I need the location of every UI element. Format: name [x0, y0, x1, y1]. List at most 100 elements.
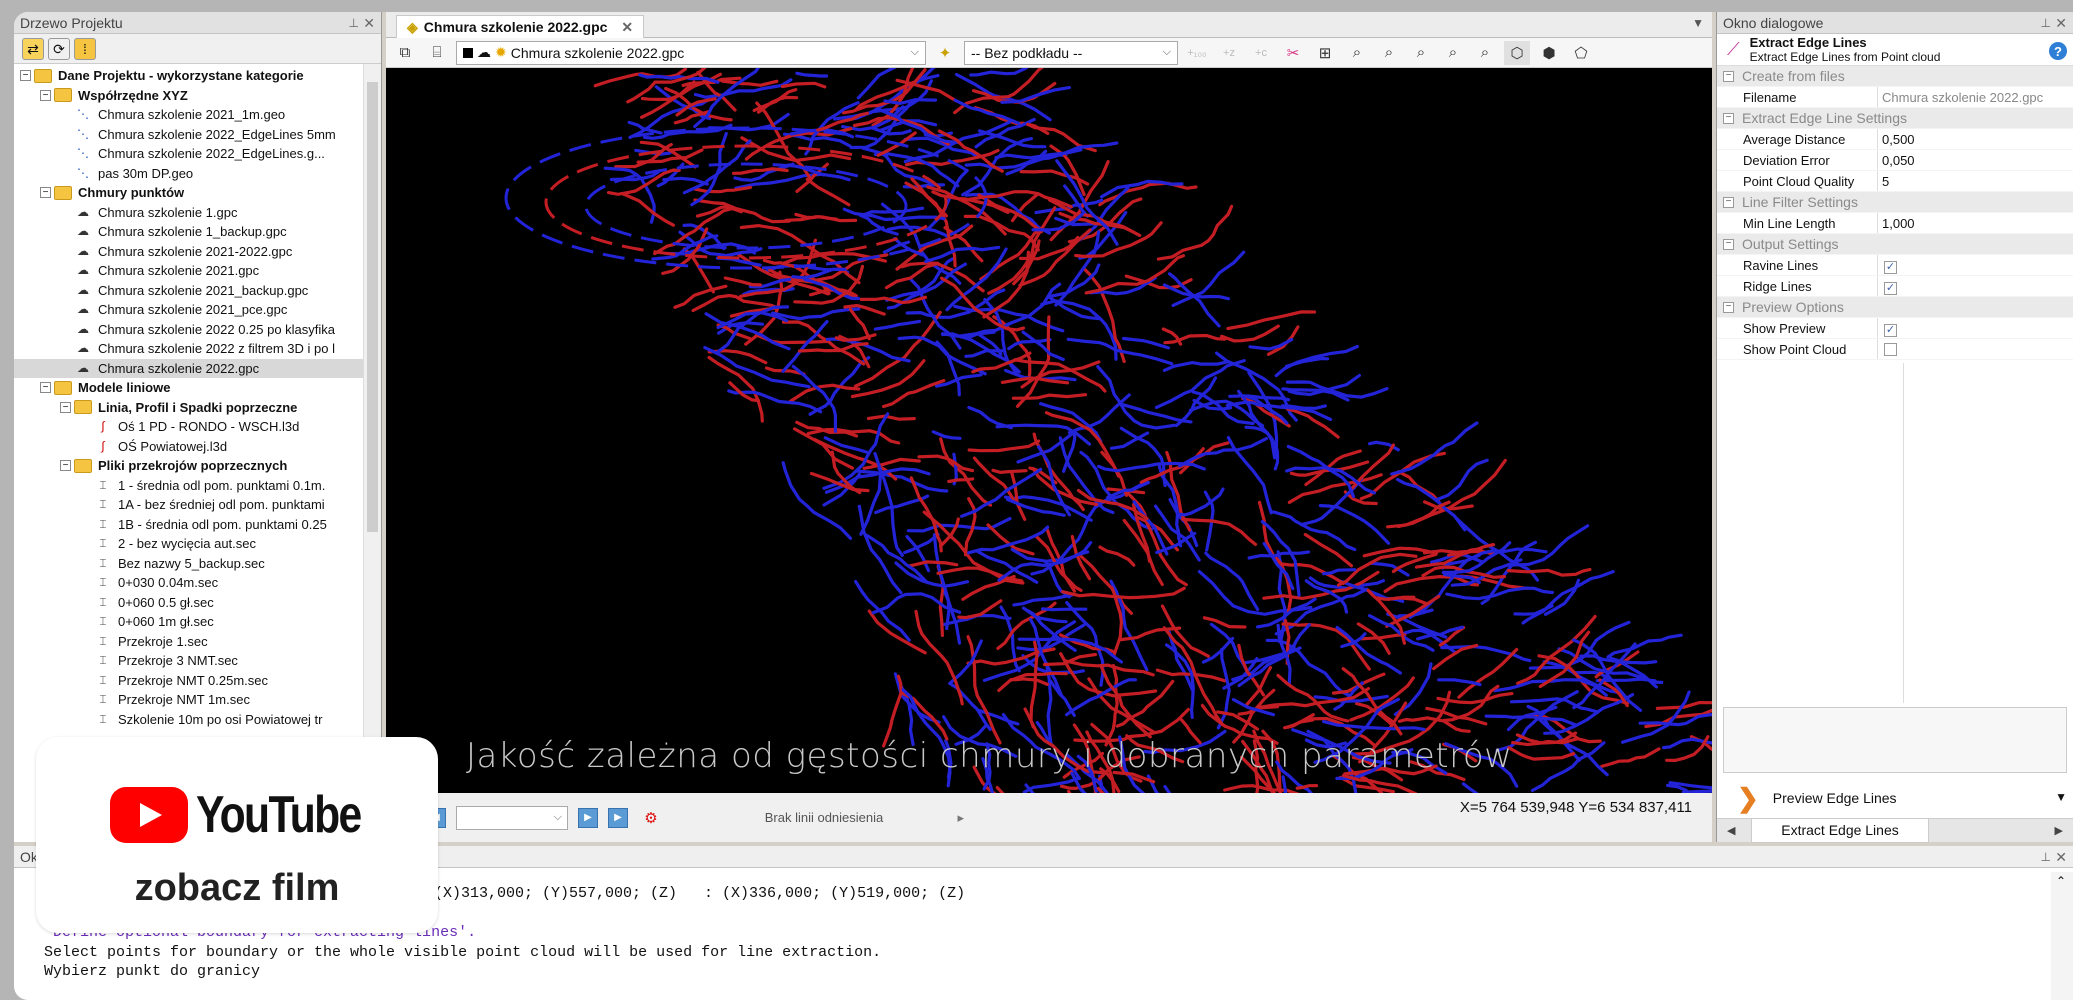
collapse-icon[interactable]: −	[40, 382, 51, 394]
property-checkbox[interactable]: ✓	[1884, 324, 1897, 337]
property-checkbox[interactable]: ✓	[1884, 282, 1897, 295]
cut-points-icon[interactable]: ✂	[1280, 41, 1306, 65]
pin-icon[interactable]: ⊥	[2041, 846, 2051, 868]
collapse-icon[interactable]: −	[1723, 112, 1734, 124]
nav-next-icon[interactable]: ▶	[578, 807, 598, 828]
property-value[interactable]: ✓	[1878, 255, 2073, 275]
pin-icon[interactable]: ⊥	[2041, 12, 2051, 34]
tree-item[interactable]: ⋱ Chmura szkolenie 2021_1m.geo	[14, 105, 363, 125]
tree-item[interactable]: ⌶ 1 - średnia odl pom. punktami 0.1m.	[14, 476, 363, 496]
collapse-icon[interactable]: −	[1723, 196, 1734, 208]
preview-dropdown-icon[interactable]: ▼	[2055, 790, 2067, 804]
property-value[interactable]: ✓	[1878, 276, 2073, 296]
property-value[interactable]: Chmura szkolenie 2022.gpc	[1878, 87, 2073, 107]
tree-item[interactable]: ☁ Chmura szkolenie 2021_backup.gpc	[14, 281, 363, 301]
tree-item[interactable]: ☁ Chmura szkolenie 2022 z filtrem 3D i po…	[14, 339, 363, 359]
tree-item[interactable]: ⋱ pas 30m DP.geo	[14, 164, 363, 184]
output-scrollbar[interactable]: ⌃	[2051, 872, 2073, 1000]
collapse-icon[interactable]: −	[1723, 301, 1734, 313]
collapse-icon[interactable]: −	[1723, 238, 1734, 250]
property-category[interactable]: − Preview Options	[1717, 297, 2073, 318]
reference-line-select[interactable]: Brak linii odniesienia ▸	[674, 810, 974, 825]
point-cloud-view[interactable]: Jakość zależna od gęstości chmury i dobr…	[386, 68, 1712, 793]
nav-last-icon[interactable]: ▶	[608, 807, 628, 828]
folder-lines-icon[interactable]: ⁞	[74, 38, 96, 60]
property-category[interactable]: − Line Filter Settings	[1717, 192, 2073, 213]
collapse-icon[interactable]: −	[20, 70, 31, 82]
tree-item[interactable]: ☁ Chmura szkolenie 1_backup.gpc	[14, 222, 363, 242]
zoom-previous-icon[interactable]: ⌕	[1472, 41, 1498, 65]
tree-item[interactable]: ⌶ Przekroje NMT 0.25m.sec	[14, 671, 363, 691]
zoom-in-icon[interactable]: ⌕	[1376, 41, 1402, 65]
property-checkbox[interactable]	[1884, 343, 1897, 356]
tree-item[interactable]: ☁ Chmura szkolenie 2021.gpc	[14, 261, 363, 281]
property-value[interactable]: 0,500	[1878, 129, 2073, 149]
tree-scrollbar[interactable]	[363, 64, 381, 842]
refresh-icon[interactable]: ⟳	[48, 38, 70, 60]
tab-extract-edge-lines[interactable]: Extract Edge Lines	[1751, 819, 1929, 843]
tree-item[interactable]: ⌶ 1A - bez średniej odl pom. punktami	[14, 495, 363, 515]
close-icon[interactable]: ✕	[363, 12, 375, 34]
tree-item[interactable]: ☁ Chmura szkolenie 2021_pce.gpc	[14, 300, 363, 320]
zoom-out-icon[interactable]: ⌕	[1408, 41, 1434, 65]
collapse-icon[interactable]: −	[1723, 70, 1734, 82]
property-value[interactable]: 1,000	[1878, 213, 2073, 233]
tree-item[interactable]: ∫ OŚ Powiatowej.l3d	[14, 437, 363, 457]
youtube-card[interactable]: YouTube zobacz film	[36, 737, 438, 933]
collapse-icon[interactable]: −	[40, 187, 51, 199]
tree-item[interactable]: ☁ Chmura szkolenie 2022 0.25 po klasyfika	[14, 320, 363, 340]
tree-item[interactable]: ☁ Chmura szkolenie 2022.gpc	[14, 358, 363, 378]
property-category[interactable]: − Extract Edge Line Settings	[1717, 108, 2073, 129]
station-combo[interactable]: ⌵	[456, 805, 568, 830]
property-value[interactable]: 5	[1878, 171, 2073, 191]
property-checkbox[interactable]: ✓	[1884, 261, 1897, 274]
scroll-up-icon[interactable]: ⌃	[2056, 874, 2066, 888]
tree-item[interactable]: ⌶ Przekroje 1.sec	[14, 632, 363, 652]
tree-item[interactable]: ⌶ Szkolenie 10m po osi Powiatowej tr	[14, 710, 363, 730]
tree-item[interactable]: ☁ Chmura szkolenie 1.gpc	[14, 203, 363, 223]
tree-item[interactable]: − Linia, Profil i Spadki poprzeczne	[14, 398, 363, 418]
render-icon[interactable]: ⬠	[1568, 41, 1594, 65]
layer-select[interactable]: ☁ ✹ Chmura szkolenie 2022.gpc ⌵	[456, 40, 926, 65]
tree-item[interactable]: ⋱ Chmura szkolenie 2022_EdgeLines.g...	[14, 144, 363, 164]
tree-item[interactable]: ⌶ 0+060 1m gł.sec	[14, 612, 363, 632]
scroll-left-icon[interactable]: ◀	[1727, 824, 1735, 837]
property-value[interactable]	[1878, 339, 2073, 359]
collapse-icon[interactable]: −	[60, 460, 71, 472]
tree-item[interactable]: ⌶ Przekroje NMT 1m.sec	[14, 690, 363, 710]
property-category[interactable]: − Create from files	[1717, 66, 2073, 87]
property-category[interactable]: − Output Settings	[1717, 234, 2073, 255]
tree-item[interactable]: ☁ Chmura szkolenie 2021-2022.gpc	[14, 242, 363, 262]
select-points-icon[interactable]: ⊞	[1312, 41, 1338, 65]
tree-item[interactable]: − Modele liniowe	[14, 378, 363, 398]
close-icon[interactable]: ✕	[2055, 846, 2067, 868]
tree-item[interactable]: ⌶ 2 - bez wycięcia aut.sec	[14, 534, 363, 554]
preview-edge-lines-button[interactable]: ❯ Preview Edge Lines	[1717, 778, 2049, 818]
property-value[interactable]: 0,050	[1878, 150, 2073, 170]
settings-gear-icon[interactable]: ⚙	[638, 806, 664, 830]
tree-item[interactable]: ⌶ 0+030 0.04m.sec	[14, 573, 363, 593]
view-3d-icon[interactable]: ⬢	[1536, 41, 1562, 65]
tree-item[interactable]: − Chmury punktów	[14, 183, 363, 203]
tree-item[interactable]: − Pliki przekrojów poprzecznych	[14, 456, 363, 476]
layers-icon[interactable]: ⧉	[392, 41, 418, 65]
help-icon[interactable]: ?	[2049, 42, 2067, 60]
tree-item[interactable]: ⌶ 1B - średnia odl pom. punktami 0.25	[14, 515, 363, 535]
tab-list-dropdown-icon[interactable]: ▼	[1692, 16, 1704, 30]
elevation-100-icon[interactable]: +₁₀₀	[1184, 41, 1210, 65]
tree-item[interactable]: ⌶ Bez nazwy 5_backup.sec	[14, 554, 363, 574]
magic-wand-icon[interactable]: ✦	[932, 41, 958, 65]
view-2d-icon[interactable]: ⬡	[1504, 40, 1530, 65]
collapse-icon[interactable]: −	[40, 89, 51, 101]
close-tab-icon[interactable]: ✕	[621, 19, 633, 36]
tree-item[interactable]: ⋱ Chmura szkolenie 2022_EdgeLines 5mm	[14, 125, 363, 145]
pin-icon[interactable]: ⊥	[349, 12, 359, 34]
tab-document[interactable]: ◈ Chmura szkolenie 2022.gpc ✕	[396, 15, 645, 38]
scroll-right-icon[interactable]: ▶	[2055, 824, 2063, 837]
tree-item[interactable]: ∫ Oś 1 PD - RONDO - WSCH.l3d	[14, 417, 363, 437]
tree-item[interactable]: − Dane Projektu - wykorzystane kategorie	[14, 66, 363, 86]
tree-item[interactable]: ⌶ 0+060 0.5 gł.sec	[14, 593, 363, 613]
properties-icon[interactable]: ⌸	[424, 41, 450, 65]
property-value[interactable]: ✓	[1878, 318, 2073, 338]
tree-item[interactable]: ⌶ Przekroje 3 NMT.sec	[14, 651, 363, 671]
